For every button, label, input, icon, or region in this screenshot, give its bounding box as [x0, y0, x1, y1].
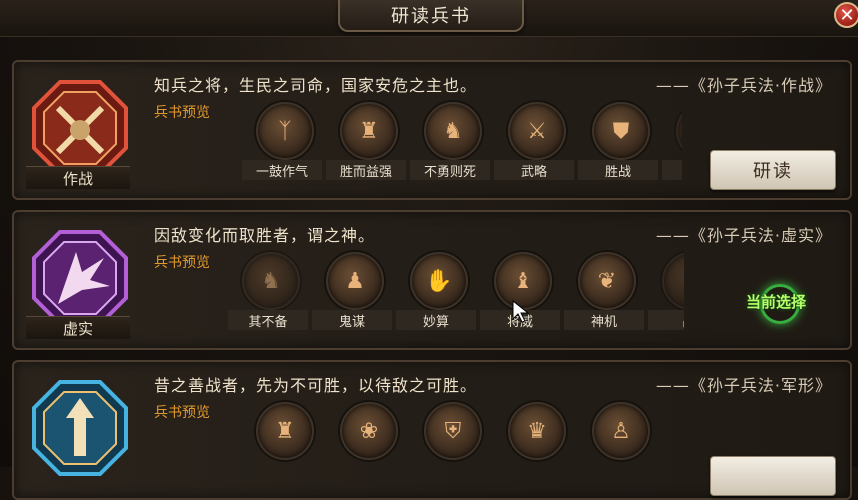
- book-panel-xushi[interactable]: 虚实 因敌变化而取胜者，谓之神。 ——《孙子兵法·虚实》 兵书预览 ♞ 其不备 …: [12, 210, 852, 350]
- skill-item[interactable]: ⛊ 胜战: [578, 98, 658, 184]
- skill-item[interactable]: ♜ 胜而益强: [326, 98, 406, 184]
- current-selection-label: 当前选择: [745, 292, 806, 311]
- skill-item[interactable]: [662, 98, 682, 184]
- skill-icon[interactable]: ♜: [340, 102, 398, 160]
- preview-label: 兵书预览: [154, 105, 210, 121]
- book-panel-junxing[interactable]: 昔之善战者，先为不可胜，以待敌之可胜。 ——《孙子兵法·军形》 兵书预览 ♜ ❀…: [12, 360, 852, 500]
- skill-icon[interactable]: ✋: [410, 252, 468, 310]
- skill-name: 其不备: [228, 310, 308, 330]
- skill-icon[interactable]: ♞: [242, 252, 300, 310]
- skill-list: ♞ 其不备 ♟ 鬼谋 ✋ 妙算 ♝ 将威 ❦ 神机 占: [228, 248, 684, 334]
- skill-name: 不勇则死: [410, 160, 490, 180]
- skill-item[interactable]: ♞ 其不备: [228, 248, 308, 334]
- skill-item[interactable]: ❀: [326, 398, 406, 484]
- skill-icon[interactable]: [662, 252, 684, 310]
- skill-item[interactable]: ♞ 不勇则死: [410, 98, 490, 184]
- window-title: 研读兵书: [338, 0, 524, 32]
- skill-name: 鬼谋: [312, 310, 392, 330]
- title-bar: 研读兵书: [0, 0, 858, 37]
- skill-item[interactable]: ✋ 妙算: [396, 248, 476, 334]
- skill-name: [662, 160, 682, 180]
- arrow-emblem-icon: [30, 378, 130, 478]
- skill-item[interactable]: ♙: [578, 398, 658, 484]
- banner-emblem-icon: [30, 228, 130, 328]
- skill-item[interactable]: ⛨: [410, 398, 490, 484]
- skill-name: 占: [648, 310, 684, 330]
- preview-label: 兵书预览: [154, 405, 210, 421]
- skill-item[interactable]: 占: [648, 248, 684, 334]
- skill-icon[interactable]: ♟: [326, 252, 384, 310]
- panel-source: ——《孙子兵法·军形》: [655, 376, 832, 395]
- skill-icon[interactable]: ⛨: [424, 402, 482, 460]
- preview-label: 兵书预览: [154, 255, 210, 271]
- skill-icon[interactable]: ❀: [340, 402, 398, 460]
- skill-name: 妙算: [396, 310, 476, 330]
- skill-name: 一鼓作气: [242, 160, 322, 180]
- panel-badge: 虚实: [26, 316, 130, 339]
- skill-list: ♜ ❀ ⛨ ♛ ♙: [242, 398, 662, 484]
- panel-quote: 知兵之将，生民之司命，国家安危之主也。: [154, 76, 478, 95]
- skill-list: ᛉ 一鼓作气 ♜ 胜而益强 ♞ 不勇则死 ⚔ 武略 ⛊ 胜战: [242, 98, 682, 184]
- skill-icon[interactable]: ♙: [592, 402, 650, 460]
- panel-source: ——《孙子兵法·虚实》: [655, 226, 832, 245]
- skill-icon[interactable]: [676, 102, 682, 160]
- skill-icon[interactable]: ⛊: [592, 102, 650, 160]
- skill-name: 胜战: [578, 160, 658, 180]
- skill-icon[interactable]: ⚔: [508, 102, 566, 160]
- skill-name: 胜而益强: [326, 160, 406, 180]
- skill-item[interactable]: ❦ 神机: [564, 248, 644, 334]
- book-panel-zuozhan[interactable]: 作战 知兵之将，生民之司命，国家安危之主也。 ——《孙子兵法·作战》 兵书预览 …: [12, 60, 852, 200]
- skill-icon[interactable]: ♜: [256, 402, 314, 460]
- panel-source: ——《孙子兵法·作战》: [655, 76, 832, 95]
- skill-item[interactable]: ᛉ 一鼓作气: [242, 98, 322, 184]
- mouse-cursor-icon: [512, 300, 530, 323]
- study-button[interactable]: [710, 456, 836, 496]
- panel-quote: 昔之善战者，先为不可胜，以待敌之可胜。: [154, 376, 478, 395]
- skill-icon[interactable]: ᛉ: [256, 102, 314, 160]
- skill-icon[interactable]: ♞: [424, 102, 482, 160]
- current-selection-indicator: 当前选择: [730, 284, 822, 324]
- sword-emblem-icon: [30, 78, 130, 178]
- skill-name: 神机: [564, 310, 644, 330]
- skill-icon[interactable]: ♛: [508, 402, 566, 460]
- panel-badge: 作战: [26, 166, 130, 189]
- close-button[interactable]: ✕: [834, 2, 858, 28]
- study-button[interactable]: 研读: [710, 150, 836, 190]
- skill-icon[interactable]: ❦: [578, 252, 636, 310]
- skill-item[interactable]: ♜: [242, 398, 322, 484]
- skill-item[interactable]: ♛: [494, 398, 574, 484]
- skill-name: 武略: [494, 160, 574, 180]
- panel-quote: 因敌变化而取胜者，谓之神。: [154, 226, 376, 245]
- skill-item[interactable]: ♟ 鬼谋: [312, 248, 392, 334]
- skill-item[interactable]: ⚔ 武略: [494, 98, 574, 184]
